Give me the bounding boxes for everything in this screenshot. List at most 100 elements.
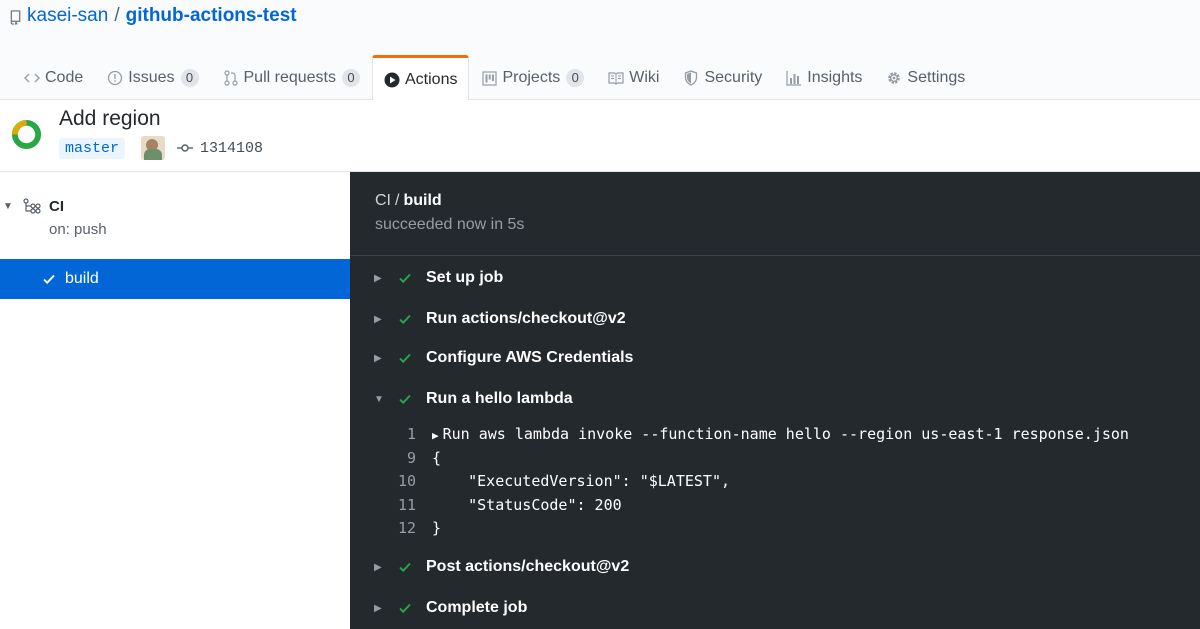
step-set-up-job[interactable]: ▶ Set up job [350,263,1200,293]
step-name: Complete job [426,599,528,616]
success-check-icon [399,353,411,364]
expand-group-icon[interactable]: ▶ [432,429,439,442]
issue-icon [107,70,123,86]
log-line: 12 } [350,516,1200,540]
step-name: Run actions/checkout@v2 [426,310,626,327]
log-line: 11 "StatusCode": 200 [350,493,1200,517]
step-name: Set up job [426,269,504,286]
tab-issues[interactable]: Issues 0 [95,55,210,100]
line-text: ▶ Run aws lambda invoke --function-name h… [432,425,1129,443]
workflow-name: CI [49,198,64,215]
line-number: 11 [397,496,416,514]
pull-request-icon [223,70,239,86]
caret-right-icon: ▶ [374,561,382,573]
repo-header: kasei-san / github-actions-test Code Iss… [0,0,1200,101]
tab-security[interactable]: Security [671,55,774,100]
step-checkout[interactable]: ▶ Run actions/checkout@v2 [350,304,1200,334]
log-workflow-name: CI [375,192,391,209]
job-label: build [65,270,99,287]
workflow-trigger: on: push [49,221,107,238]
repo-nav-tabs: Code Issues 0 Pull requests 0 Actions Pr… [12,55,977,101]
check-icon [43,274,55,285]
success-check-icon [399,603,411,614]
tab-actions[interactable]: Actions [372,55,470,101]
caret-down-icon[interactable]: ▼ [3,201,13,212]
log-line: 9 { [350,446,1200,470]
run-title: Add region [59,107,161,130]
tab-projects-label: Projects [502,69,561,86]
tab-projects[interactable]: Projects 0 [469,55,596,100]
avatar[interactable] [141,136,166,160]
caret-down-icon: ▼ [374,393,384,405]
tab-wiki[interactable]: Wiki [596,55,671,100]
log-line: 10 "ExecutedVersion": "$LATEST", [350,469,1200,493]
caret-right-icon: ▶ [374,352,382,364]
log-title-separator: / [395,192,400,209]
success-check-icon [399,562,411,573]
gear-icon [886,70,902,86]
tab-code-label: Code [45,69,84,86]
tab-pull-requests-label: Pull requests [243,69,337,86]
caret-right-icon: ▶ [374,602,382,614]
success-check-icon [399,273,411,284]
caret-right-icon: ▶ [374,313,382,325]
project-icon [481,70,497,86]
step-configure-aws-credentials[interactable]: ▶ Configure AWS Credentials [350,343,1200,373]
commit-link[interactable]: 1314108 [177,140,263,157]
tab-code[interactable]: Code [12,55,95,100]
tab-pull-requests[interactable]: Pull requests 0 [211,55,373,100]
line-number: 9 [406,449,416,467]
tab-wiki-label: Wiki [629,69,660,86]
step-run-hello-lambda[interactable]: ▼ Run a hello lambda [350,384,1200,414]
tab-settings[interactable]: Settings [874,55,977,100]
repo-title: kasei-san / github-actions-test [10,5,297,27]
tab-insights-label: Insights [807,69,863,86]
line-text: } [432,519,442,537]
line-number: 10 [397,472,416,490]
line-command: Run aws lambda invoke --function-name he… [442,425,1129,443]
projects-counter: 0 [566,69,585,87]
log-header: CI / build succeeded now in 5s [350,172,1200,256]
run-meta: master 1314108 [59,136,263,160]
step-name: Post actions/checkout@v2 [426,558,630,575]
tab-issues-label: Issues [128,69,175,86]
commit-sha: 1314108 [200,139,264,157]
log-title: CI / build [375,192,442,210]
graph-icon [786,70,802,86]
commit-icon [177,144,194,152]
job-item-build[interactable]: build [0,259,350,299]
tab-insights[interactable]: Insights [774,55,874,100]
repo-name-link[interactable]: github-actions-test [126,5,297,27]
repo-owner-link[interactable]: kasei-san [27,5,108,27]
line-text: "ExecutedVersion": "$LATEST", [432,472,731,490]
success-check-icon [399,314,411,325]
play-icon [384,72,400,88]
step-complete-job[interactable]: ▶ Complete job [350,593,1200,623]
shield-icon [683,70,699,86]
line-text: { [432,449,442,467]
workflow-item[interactable]: ▼ CI on: push [0,172,350,258]
pull-requests-counter: 0 [342,69,360,87]
tab-security-label: Security [704,69,763,86]
log-job-name: build [403,192,442,209]
book-icon [608,70,624,86]
step-name: Run a hello lambda [426,390,573,407]
tab-settings-label: Settings [907,69,966,86]
success-check-icon [399,394,411,405]
code-icon [24,70,40,86]
run-header: Add region master 1314108 [0,100,1200,172]
line-text: "StatusCode": 200 [432,496,622,514]
line-number: 12 [397,519,416,537]
log-line[interactable]: 1 ▶ Run aws lambda invoke --function-name… [350,422,1200,446]
job-log-panel: CI / build succeeded now in 5s ▶ Set up jo… [350,172,1200,629]
in-progress-status-icon [11,119,42,150]
step-name: Configure AWS Credentials [426,349,634,366]
job-status-text: succeeded now in 5s [375,216,525,233]
branch-label[interactable]: master [59,137,126,159]
step-post-checkout[interactable]: ▶ Post actions/checkout@v2 [350,552,1200,582]
workflow-sidebar: ▼ CI on: push build [0,172,350,629]
repo-icon [10,10,21,25]
line-number: 1 [406,425,416,443]
tab-actions-label: Actions [405,70,458,88]
workflow-icon [23,198,41,214]
